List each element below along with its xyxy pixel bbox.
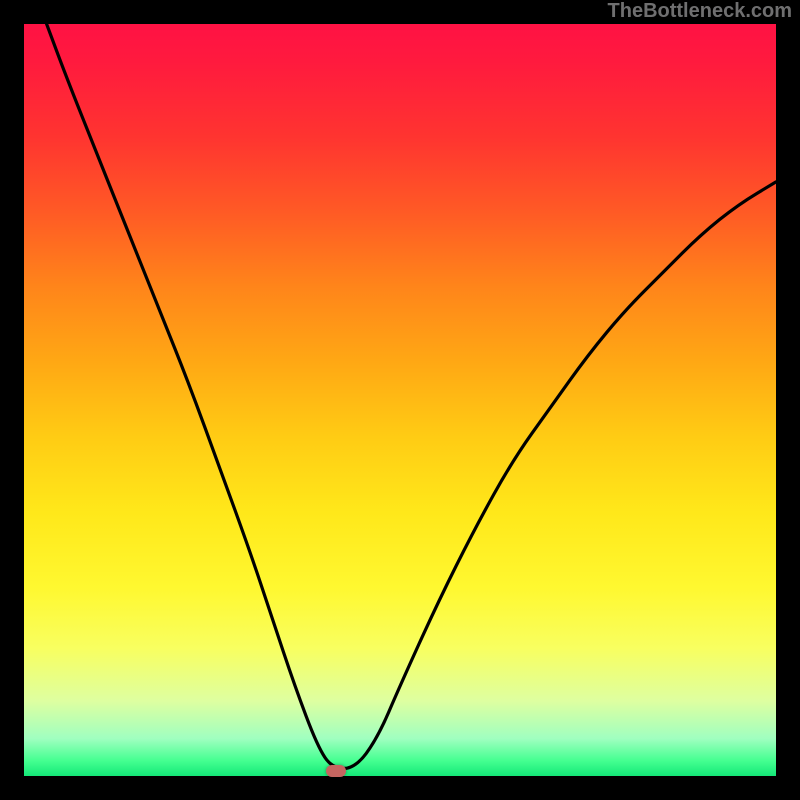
minimum-marker xyxy=(326,765,346,777)
watermark-text: TheBottleneck.com xyxy=(608,0,792,23)
curve-svg xyxy=(24,24,776,776)
bottleneck-curve xyxy=(47,24,776,769)
chart-frame: TheBottleneck.com xyxy=(0,0,800,800)
plot-area xyxy=(24,24,776,776)
